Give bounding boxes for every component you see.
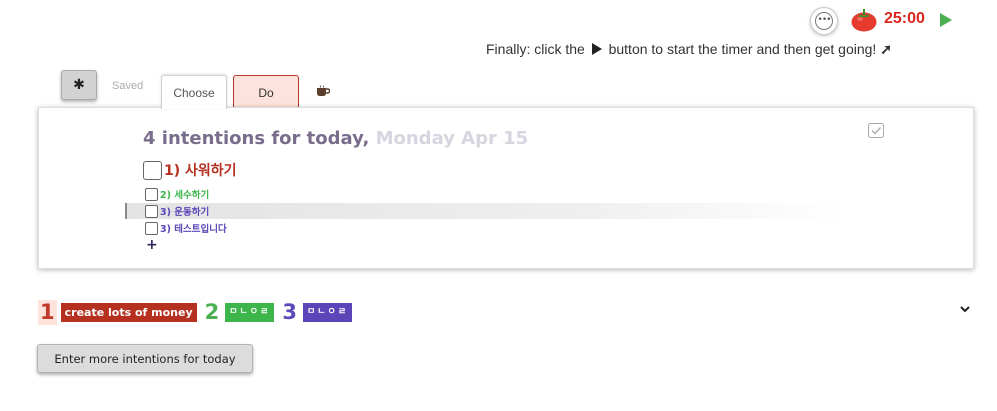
drag-handle[interactable]	[125, 203, 127, 219]
sub-intention-label: 2) 세수하기	[160, 190, 210, 201]
chevron-down-icon[interactable]	[959, 304, 971, 314]
saved-status: Saved	[112, 80, 144, 92]
tab-choose[interactable]: Choose	[161, 75, 227, 109]
coffee-cup-icon[interactable]	[316, 85, 330, 97]
sub-intention-checkbox[interactable]	[145, 204, 158, 218]
enter-more-intentions-button[interactable]: Enter more intentions for today	[37, 344, 253, 373]
sub-intention-checkbox[interactable]	[145, 221, 158, 235]
sub-intention-row: 3) 운동하기	[145, 203, 209, 219]
play-triangle-icon	[591, 43, 602, 55]
sub-intention-row: 3) 테스트입니다	[145, 220, 227, 236]
ellipsis-icon: •••	[815, 12, 833, 30]
gear-icon: ✱	[73, 77, 85, 93]
sub-intention-label: 3) 테스트입니다	[160, 224, 227, 235]
main-intention-row: 1) 사워하기	[143, 160, 237, 180]
main-intention-checkbox[interactable]	[143, 160, 162, 180]
hint-text-start: Finally: click the	[486, 41, 585, 57]
row-hover-highlight	[127, 203, 847, 219]
intention-tag[interactable]: create lots of money	[60, 303, 197, 322]
title-date: Monday Apr 15	[375, 128, 529, 149]
timer-display: 25:00	[884, 10, 925, 27]
arrow-up-right-icon: ➚	[880, 41, 892, 57]
check-square-icon[interactable]	[868, 123, 884, 138]
intentions-strip: 1 create lots of money 2 ㅁㄴㅇㄹ 3 ㅁㄴㅇㄹ	[38, 300, 353, 325]
tab-do[interactable]: Do	[233, 75, 299, 109]
more-options-button[interactable]: •••	[810, 7, 838, 35]
tomato-icon	[851, 9, 877, 32]
intentions-panel: 4 intentions for today, Monday Apr 15 1)…	[38, 107, 974, 269]
intention-tag[interactable]: ㅁㄴㅇㄹ	[303, 303, 353, 322]
sub-intention-checkbox[interactable]	[145, 187, 158, 201]
settings-button[interactable]: ✱	[61, 70, 97, 100]
sub-intention-label: 3) 운동하기	[160, 207, 210, 218]
intention-number: 1	[38, 300, 57, 325]
hint-text: Finally: click the button to start the t…	[486, 41, 892, 58]
intention-number: 2	[204, 300, 220, 324]
intention-number: 3	[282, 300, 297, 324]
intention-tag[interactable]: ㅁㄴㅇㄹ	[225, 303, 275, 322]
add-intention-icon[interactable]: +	[146, 237, 158, 253]
main-intention-label: 1) 사워하기	[164, 163, 237, 179]
sub-intention-row: 2) 세수하기	[145, 186, 209, 202]
hint-text-end: button to start the timer and then get g…	[608, 41, 877, 57]
title-count: 4 intentions for today,	[143, 128, 370, 149]
play-icon[interactable]	[940, 13, 952, 27]
page-title: 4 intentions for today, Monday Apr 15	[143, 128, 528, 149]
